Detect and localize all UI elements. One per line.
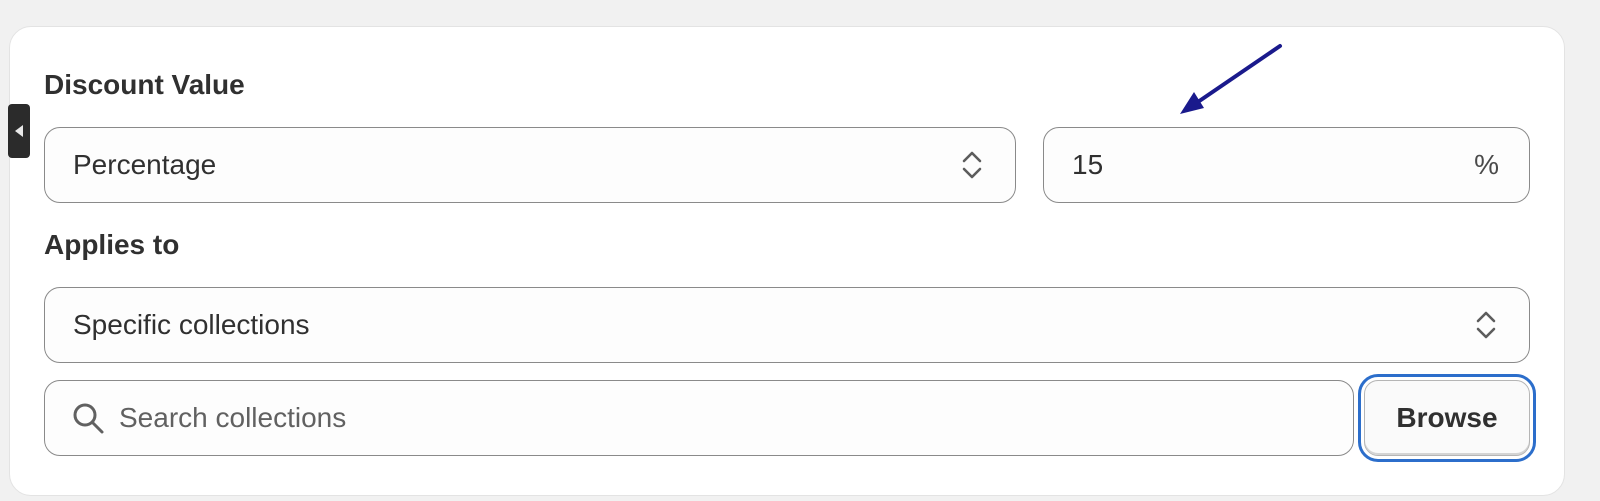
- percent-suffix: %: [1474, 149, 1499, 180]
- search-collections-input[interactable]: Search collections: [44, 380, 1354, 456]
- discount-amount-value: 15: [1072, 149, 1104, 180]
- applies-to-select[interactable]: Specific collections: [44, 287, 1530, 363]
- caret-left-icon: [15, 125, 23, 137]
- browse-button[interactable]: Browse: [1358, 374, 1536, 462]
- search-placeholder: Search collections: [119, 402, 347, 433]
- discount-type-value: Percentage: [73, 149, 217, 180]
- discount-value-heading: Discount Value: [44, 69, 245, 100]
- side-panel-toggle[interactable]: [8, 104, 30, 158]
- discount-type-select[interactable]: Percentage: [44, 127, 1016, 203]
- browse-button-label: Browse: [1364, 380, 1530, 456]
- discount-amount-input[interactable]: 15 %: [1043, 127, 1530, 203]
- applies-to-heading: Applies to: [44, 229, 180, 260]
- arrow-annotation-icon: [1180, 44, 1282, 114]
- chevron-up-down-icon: [962, 151, 982, 179]
- chevron-up-down-icon: [1476, 311, 1496, 339]
- search-icon: [73, 403, 104, 434]
- applies-to-value: Specific collections: [73, 309, 310, 340]
